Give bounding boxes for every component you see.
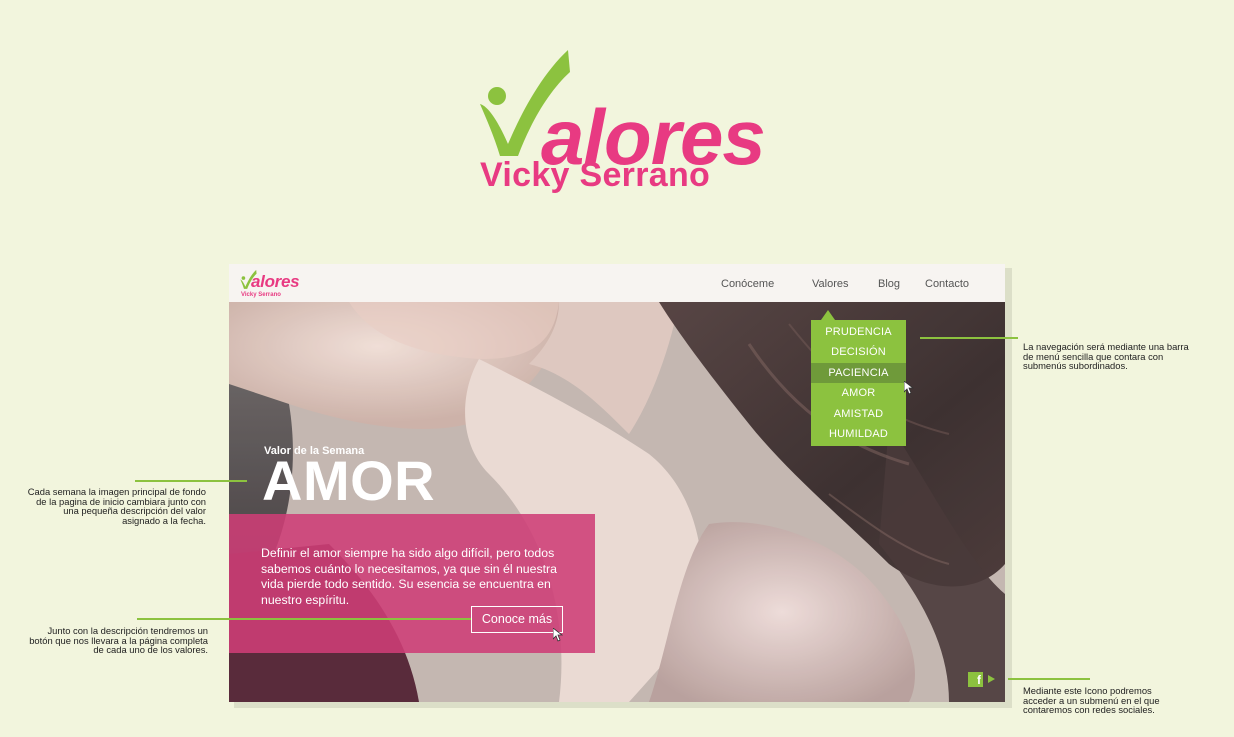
annotation-line-button <box>137 618 471 620</box>
valores-dropdown-menu: PRUDENCIA DECISIÓN PACIENCIA AMOR AMISTA… <box>811 320 906 447</box>
annotation-line-social <box>1008 678 1090 680</box>
nav-item-contacto[interactable]: Contacto <box>925 278 969 290</box>
annotation-nav: La navegación será mediante una barra de… <box>1023 341 1189 372</box>
annotation-weekly: Cada semana la imagen principal de fondo… <box>27 486 206 526</box>
play-arrow-icon[interactable] <box>988 675 995 683</box>
dropdown-item-humildad[interactable]: HUMILDAD <box>811 424 906 444</box>
mouse-cursor-icon <box>904 381 914 395</box>
dropdown-item-amor[interactable]: AMOR <box>811 383 906 403</box>
website-mockup: alores Vicky Serrano Conóceme Valores Bl… <box>229 264 1005 702</box>
dropdown-item-amistad[interactable]: AMISTAD <box>811 404 906 424</box>
dropdown-pointer <box>821 310 835 320</box>
site-logo-wordmark: alores <box>251 272 300 291</box>
social-menu[interactable]: f <box>968 672 1000 689</box>
top-navigation-bar: alores Vicky Serrano Conóceme Valores Bl… <box>229 264 1005 302</box>
dropdown-item-paciencia[interactable]: PACIENCIA <box>811 362 906 384</box>
nav-item-valores[interactable]: Valores <box>812 278 848 290</box>
hero-title: AMOR <box>262 449 436 512</box>
nav-item-conoceme[interactable]: Conóceme <box>721 278 774 290</box>
conoce-mas-button[interactable]: Conoce más <box>471 606 563 633</box>
annotation-social: Mediante este Icono podremos acceder a u… <box>1023 685 1160 716</box>
brand-logo: alores Vicky Serrano <box>478 46 798 196</box>
annotation-line-weekly <box>135 480 247 482</box>
annotation-line-nav <box>920 337 1018 339</box>
logo-subtitle: Vicky Serrano <box>480 156 711 194</box>
hero-description-box: Definir el amor siempre ha sido algo dif… <box>229 514 595 653</box>
hero-description: Definir el amor siempre ha sido algo dif… <box>261 546 557 607</box>
mouse-cursor-icon <box>553 628 563 642</box>
site-logo[interactable]: alores Vicky Serrano <box>240 268 310 298</box>
site-logo-subtitle: Vicky Serrano <box>241 292 281 298</box>
dropdown-item-prudencia[interactable]: PRUDENCIA <box>811 322 906 342</box>
facebook-icon[interactable]: f <box>968 672 983 687</box>
nav-item-blog[interactable]: Blog <box>878 278 900 290</box>
dropdown-item-decision[interactable]: DECISIÓN <box>811 342 906 362</box>
annotation-button: Junto con la descripción tendremos un bo… <box>29 625 208 656</box>
